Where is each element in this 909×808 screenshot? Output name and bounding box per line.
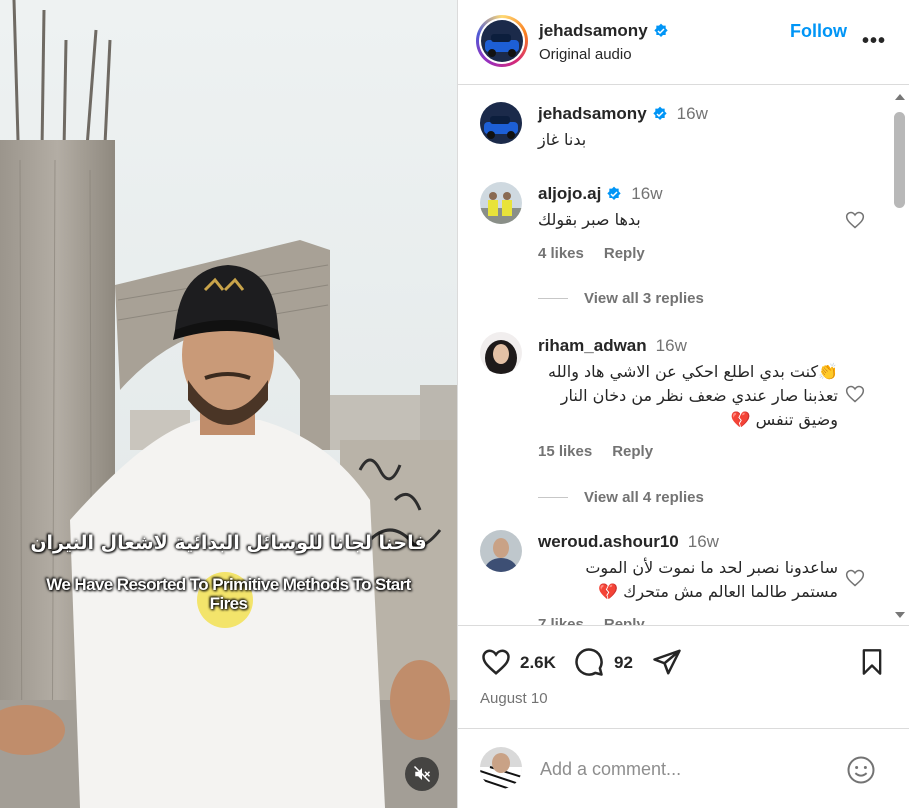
scroll-down-arrow-icon[interactable] [895, 612, 905, 618]
commenter-avatar[interactable] [480, 182, 522, 224]
video-player[interactable]: فاحنا لجانا للوسائل البدائية لاشعال الني… [0, 0, 457, 808]
story-ring[interactable] [476, 15, 528, 67]
comment-likes[interactable]: 4 likes [538, 245, 584, 262]
reply-button[interactable]: Reply [604, 245, 645, 262]
mute-button[interactable] [405, 757, 439, 791]
comment-text: بدها صبر بقولك [538, 210, 641, 229]
video-frame [0, 0, 457, 808]
view-replies-button[interactable]: View all 3 replies [538, 290, 704, 307]
like-heart-icon[interactable] [480, 647, 512, 677]
like-comment-heart-icon[interactable] [845, 210, 865, 230]
caption-avatar[interactable] [480, 102, 522, 144]
comment-meta: 7 likes Reply [538, 616, 645, 625]
commenter-username-text[interactable]: weroud.ashour10 [538, 532, 679, 552]
video-caption-english: We Have Resorted To Primitive Methods To… [46, 575, 411, 613]
commenter-username[interactable]: weroud.ashour10 16w [538, 532, 719, 552]
comment-time[interactable]: 16w [631, 184, 662, 204]
emoji-smiley-icon[interactable] [846, 755, 876, 785]
reply-button[interactable]: Reply [604, 616, 645, 625]
post-actions: 2.6K 92 August 10 [458, 627, 909, 727]
author-username[interactable]: jehadsamony [539, 21, 669, 41]
comment-text: ساعدونا نصبر لحد ما نموت لأن الموت مستمر… [585, 558, 838, 601]
follow-button[interactable]: Follow [790, 21, 847, 42]
likes-count[interactable]: 2.6K [520, 653, 556, 673]
comments-scrollbar[interactable] [891, 86, 909, 625]
caption-time[interactable]: 16w [677, 104, 708, 124]
comment-meta: 15 likes Reply [538, 443, 653, 460]
save-bookmark-icon[interactable] [858, 647, 886, 677]
post-header: jehadsamony Original audio Follow ••• [458, 0, 909, 85]
post-details-panel: jehadsamony Original audio Follow ••• je… [457, 0, 909, 808]
add-comment-bar [458, 728, 909, 808]
like-comment-heart-icon[interactable] [845, 568, 865, 588]
reply-button[interactable]: Reply [612, 443, 653, 460]
author-username-text[interactable]: jehadsamony [539, 21, 648, 41]
scrollbar-thumb[interactable] [894, 112, 905, 208]
commenter-avatar[interactable] [480, 332, 522, 374]
comment-meta: 4 likes Reply [538, 245, 645, 262]
video-caption-arabic: فاحنا لجانا للوسائل البدائية لاشعال الني… [30, 532, 427, 554]
caption-username[interactable]: jehadsamony 16w [538, 104, 708, 124]
speaker-muted-icon [413, 765, 431, 783]
commenter-username-text[interactable]: riham_adwan [538, 336, 647, 356]
comment-likes[interactable]: 15 likes [538, 443, 592, 460]
comment-time[interactable]: 16w [688, 532, 719, 552]
audio-label[interactable]: Original audio [539, 46, 632, 63]
view-replies-label[interactable]: View all 4 replies [584, 489, 704, 506]
more-options-button[interactable]: ••• [862, 30, 886, 53]
replies-divider [538, 497, 568, 498]
comment-item: aljojo.aj 16w بدها صبر بقولك 4 likes Rep… [458, 180, 888, 310]
commenter-username[interactable]: riham_adwan 16w [538, 336, 687, 356]
current-user-avatar[interactable] [480, 747, 522, 789]
like-comment-heart-icon[interactable] [845, 384, 865, 404]
commenter-username-text[interactable]: aljojo.aj [538, 184, 601, 204]
verified-badge-icon [652, 106, 667, 120]
view-replies-button[interactable]: View all 4 replies [538, 489, 704, 506]
comment-item: weroud.ashour10 16w ساعدونا نصبر لحد ما … [458, 530, 888, 625]
comment-text: 👏كنت بدي اطلع احكي عن الاشي هاد والله تع… [548, 362, 838, 429]
share-paper-plane-icon[interactable] [651, 647, 683, 677]
caption-username-text[interactable]: jehadsamony [538, 104, 647, 124]
caption-comment: jehadsamony 16w بدنا غاز [458, 100, 888, 160]
view-replies-label[interactable]: View all 3 replies [584, 290, 704, 307]
add-comment-input[interactable] [540, 759, 830, 780]
comment-item: riham_adwan 16w 👏كنت بدي اطلع احكي عن ال… [458, 332, 888, 512]
replies-divider [538, 298, 568, 299]
comments-list[interactable]: jehadsamony 16w بدنا غاز aljojo.aj 16w ب… [458, 86, 909, 626]
author-avatar[interactable] [481, 20, 523, 62]
verified-badge-icon [607, 186, 621, 200]
commenter-username[interactable]: aljojo.aj 16w [538, 184, 662, 204]
comment-time[interactable]: 16w [656, 336, 687, 356]
scroll-up-arrow-icon[interactable] [895, 94, 905, 100]
commenter-avatar[interactable] [480, 530, 522, 572]
comment-likes[interactable]: 7 likes [538, 616, 584, 625]
comments-count[interactable]: 92 [614, 653, 633, 673]
comment-bubble-icon[interactable] [573, 647, 605, 677]
post-date[interactable]: August 10 [480, 690, 548, 707]
caption-text: بدنا غاز [538, 130, 587, 149]
verified-badge-icon [653, 23, 668, 37]
instagram-post-window: فاحنا لجانا للوسائل البدائية لاشعال الني… [0, 0, 909, 808]
